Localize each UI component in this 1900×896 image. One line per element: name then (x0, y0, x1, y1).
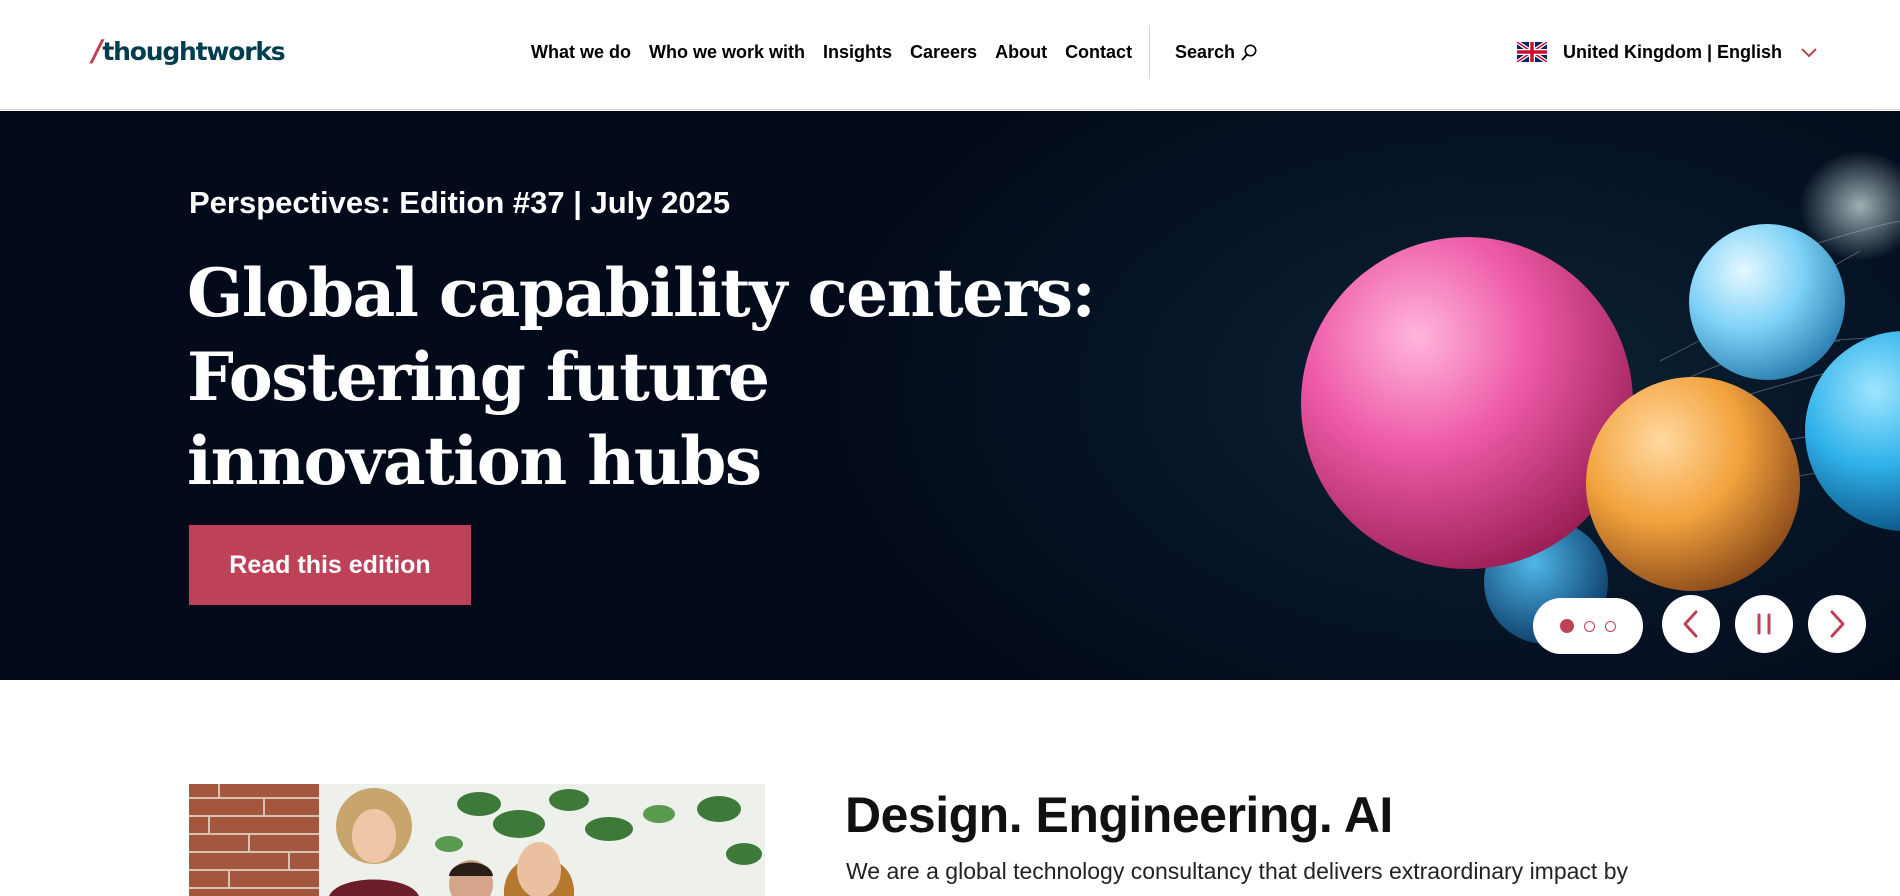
team-photo (189, 784, 765, 896)
nav-contact[interactable]: Contact (1056, 38, 1141, 66)
search-icon (1241, 44, 1257, 60)
locale-selector[interactable]: United Kingdom | English (1517, 38, 1818, 66)
carousel-prev-button[interactable] (1662, 595, 1720, 653)
carousel-indicators (1533, 598, 1643, 654)
carousel-dot-2[interactable] (1584, 620, 1595, 632)
main-nav: What we do Who we work with Insights Car… (522, 38, 1141, 66)
hero-banner: Perspectives: Edition #37 | July 2025 Gl… (0, 111, 1900, 680)
carousel-next-button[interactable] (1808, 595, 1866, 653)
chevron-right-icon (1830, 610, 1845, 638)
chevron-left-icon (1683, 610, 1698, 638)
logo-slash: / (92, 34, 103, 68)
search-label: Search (1175, 42, 1236, 62)
logo-text: thoughtworks (102, 36, 285, 66)
nav-what-we-do[interactable]: What we do (522, 38, 640, 66)
site-header: / thoughtworks What we do Who we work wi… (0, 0, 1900, 110)
nav-who-we-work-with[interactable]: Who we work with (640, 38, 814, 66)
hero-eyebrow: Perspectives: Edition #37 | July 2025 (189, 185, 731, 220)
carousel-dot-3[interactable] (1605, 620, 1616, 632)
uk-flag-icon (1517, 42, 1547, 62)
carousel-dot-1[interactable] (1560, 619, 1574, 633)
section-title: Design. Engineering. AI (845, 787, 1393, 843)
search-button[interactable]: Search (1175, 38, 1258, 66)
read-this-edition-button[interactable]: Read this edition (189, 525, 471, 605)
hero-title: Global capability centers: Fostering fut… (187, 254, 1096, 500)
locale-label: United Kingdom | English (1563, 42, 1783, 62)
nav-about[interactable]: About (986, 38, 1056, 66)
nav-divider (1149, 26, 1150, 78)
chevron-down-icon (1801, 48, 1817, 58)
thoughtworks-logo[interactable]: / thoughtworks (92, 34, 286, 68)
nav-insights[interactable]: Insights (814, 38, 901, 66)
section-body: We are a global technology consultancy t… (846, 858, 1628, 884)
pause-icon (1757, 613, 1771, 635)
carousel-pause-button[interactable] (1735, 595, 1793, 653)
nav-careers[interactable]: Careers (901, 38, 986, 66)
